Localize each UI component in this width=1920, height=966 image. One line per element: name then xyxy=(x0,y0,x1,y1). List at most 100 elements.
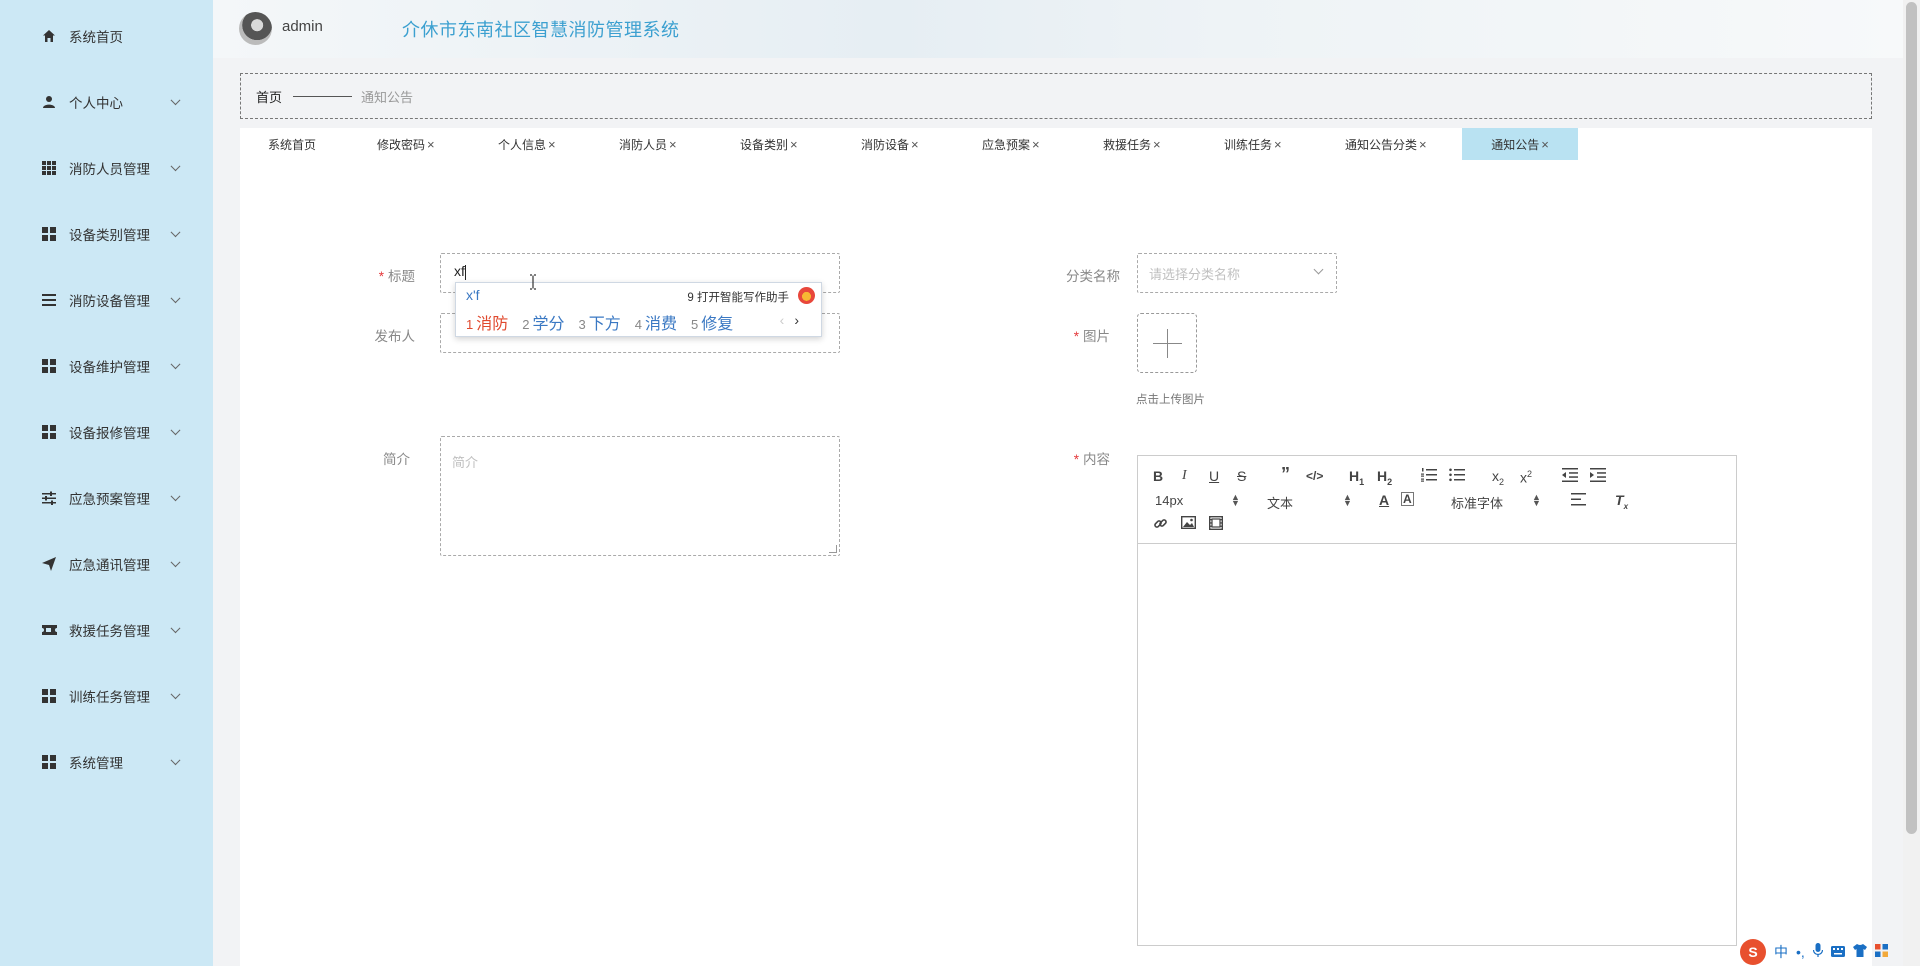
sidebar-item-device-category[interactable]: 设备类别管理 xyxy=(0,214,213,254)
sogou-logo-icon[interactable]: S xyxy=(1740,939,1766,965)
resize-handle[interactable] xyxy=(829,545,837,553)
chevron-down-icon xyxy=(170,161,181,172)
video-icon[interactable] xyxy=(1208,515,1224,533)
sidebar-item-fire-personnel[interactable]: 消防人员管理 xyxy=(0,148,213,188)
tab-label: 设备类别 xyxy=(740,137,789,152)
subscript-icon[interactable]: x2 xyxy=(1492,468,1504,490)
sidebar-item-device-repair[interactable]: 设备报修管理 xyxy=(0,412,213,452)
assistant-icon[interactable] xyxy=(798,287,815,304)
close-icon[interactable]: × xyxy=(1419,137,1427,152)
toolbox-grid-icon[interactable] xyxy=(1874,944,1888,960)
category-select[interactable]: 请选择分类名称 xyxy=(1137,253,1337,293)
sidebar-item-fire-equipment[interactable]: 消防设备管理 xyxy=(0,280,213,320)
summary-label: 简介 xyxy=(383,452,410,467)
editor-toolbar: B I U S ” </> H1 H2 x2 x2 14px ▲ ▼ 文本 ▲ ▼ A … xyxy=(1138,456,1736,544)
align-icon[interactable] xyxy=(1571,493,1586,509)
sidebar-item-personal-center[interactable]: 个人中心 xyxy=(0,82,213,122)
category-placeholder: 请选择分类名称 xyxy=(1149,267,1241,282)
sidebar: 系统首页 个人中心 消防人员管理 设备类别管理 消防设备管理 设备维护管理 设备… xyxy=(0,0,213,966)
sidebar-item-label: 救援任务管理 xyxy=(69,624,150,639)
close-icon[interactable]: × xyxy=(911,137,919,152)
link-icon[interactable] xyxy=(1153,516,1168,534)
tab-change-password[interactable]: 修改密码 × xyxy=(377,128,435,160)
username[interactable]: admin xyxy=(282,18,323,35)
ticket-icon xyxy=(41,622,57,638)
upload-tip: 点击上传图片 xyxy=(1136,394,1205,406)
italic-icon[interactable]: I xyxy=(1182,468,1187,484)
ime-candidate[interactable]: 1 消防 xyxy=(466,310,508,334)
close-icon[interactable]: × xyxy=(427,137,435,152)
ime-punct-toggle[interactable]: •, xyxy=(1796,944,1805,960)
font-color-icon[interactable]: A xyxy=(1379,492,1389,508)
tab-device-category[interactable]: 设备类别 × xyxy=(740,128,798,160)
apps-icon xyxy=(41,688,57,704)
superscript-icon[interactable]: x2 xyxy=(1520,466,1532,486)
blockquote-icon[interactable]: ” xyxy=(1281,465,1290,483)
sidebar-item-training-task[interactable]: 训练任务管理 xyxy=(0,676,213,716)
close-icon[interactable]: × xyxy=(1541,137,1549,152)
bold-icon[interactable]: B xyxy=(1153,468,1163,484)
image-icon[interactable] xyxy=(1180,515,1197,532)
tab-label: 消防设备 xyxy=(861,137,910,152)
tab-emergency-plan[interactable]: 应急预案 × xyxy=(982,128,1040,160)
skin-shirt-icon[interactable] xyxy=(1852,944,1867,960)
tab-notice[interactable]: 通知公告 × xyxy=(1462,128,1578,160)
tab-training-task[interactable]: 训练任务 × xyxy=(1224,128,1282,160)
heading2-icon[interactable]: H2 xyxy=(1377,468,1392,490)
code-icon[interactable]: </> xyxy=(1306,468,1323,484)
ime-candidate[interactable]: 2 学分 xyxy=(522,310,564,334)
sidebar-item-device-maintenance[interactable]: 设备维护管理 xyxy=(0,346,213,386)
tab-label: 通知公告 xyxy=(1491,137,1540,152)
sidebar-item-label: 系统管理 xyxy=(69,756,123,771)
tab-rescue-task[interactable]: 救援任务 × xyxy=(1103,128,1161,160)
header-type-select[interactable]: 文本 ▲ ▼ xyxy=(1267,493,1352,512)
scrollbar-thumb[interactable] xyxy=(1906,2,1917,834)
ime-candidate[interactable]: 4 消费 xyxy=(635,310,677,334)
close-icon[interactable]: × xyxy=(669,137,677,152)
sidebar-item-label: 应急通讯管理 xyxy=(69,558,150,573)
ime-candidate[interactable]: 5 修复 xyxy=(691,310,733,334)
ime-mode-toggle[interactable]: 中 xyxy=(1774,942,1788,962)
underline-icon[interactable]: U xyxy=(1209,468,1219,484)
font-size-select[interactable]: 14px ▲ ▼ xyxy=(1155,493,1240,509)
summary-textarea[interactable]: 简介 xyxy=(440,436,840,556)
apps-icon xyxy=(41,424,57,440)
outdent-icon[interactable] xyxy=(1562,468,1578,485)
editor-content-area[interactable] xyxy=(1138,544,1736,945)
heading1-icon[interactable]: H1 xyxy=(1349,468,1364,490)
background-color-icon[interactable]: A xyxy=(1401,492,1414,506)
ime-assistant-link[interactable]: 9 打开智能写作助手 xyxy=(687,289,789,305)
sidebar-item-emergency-comm[interactable]: 应急通讯管理 xyxy=(0,544,213,584)
ordered-list-icon[interactable] xyxy=(1421,468,1437,485)
clear-format-icon[interactable]: Tx xyxy=(1615,492,1628,515)
tab-notice-category[interactable]: 通知公告分类 × xyxy=(1345,128,1427,160)
bullet-list-icon[interactable] xyxy=(1449,468,1465,485)
microphone-icon[interactable] xyxy=(1812,943,1823,961)
ime-candidate[interactable]: 3 下方 xyxy=(579,310,621,334)
sidebar-item-system[interactable]: 系统管理 xyxy=(0,742,213,782)
close-icon[interactable]: × xyxy=(1032,137,1040,152)
app-title: 介休市东南社区智慧消防管理系统 xyxy=(402,20,680,40)
user-icon xyxy=(41,94,57,110)
sidebar-item-home[interactable]: 系统首页 xyxy=(0,16,213,56)
sidebar-item-emergency-plan[interactable]: 应急预案管理 xyxy=(0,478,213,518)
ime-page-nav[interactable]: ‹ › xyxy=(780,312,799,328)
tab-fire-personnel[interactable]: 消防人员 × xyxy=(619,128,677,160)
tab-personal-info[interactable]: 个人信息 × xyxy=(498,128,556,160)
strikethrough-icon[interactable]: S xyxy=(1237,468,1246,484)
indent-icon[interactable] xyxy=(1590,468,1606,485)
tab-fire-equipment[interactable]: 消防设备 × xyxy=(861,128,919,160)
ime-pinyin: x'f xyxy=(466,287,480,303)
avatar[interactable] xyxy=(239,12,272,45)
sidebar-item-rescue-task[interactable]: 救援任务管理 xyxy=(0,610,213,650)
close-icon[interactable]: × xyxy=(1153,137,1161,152)
font-family-select[interactable]: 标准字体 ▲ ▼ xyxy=(1451,493,1541,512)
image-upload-button[interactable] xyxy=(1137,313,1197,373)
close-icon[interactable]: × xyxy=(548,137,556,152)
keyboard-icon[interactable] xyxy=(1830,944,1845,960)
close-icon[interactable]: × xyxy=(790,137,798,152)
chevron-down-icon xyxy=(170,491,181,502)
tab-home[interactable]: 系统首页 xyxy=(268,128,316,160)
close-icon[interactable]: × xyxy=(1274,137,1282,152)
breadcrumb-home[interactable]: 首页 xyxy=(256,87,282,106)
